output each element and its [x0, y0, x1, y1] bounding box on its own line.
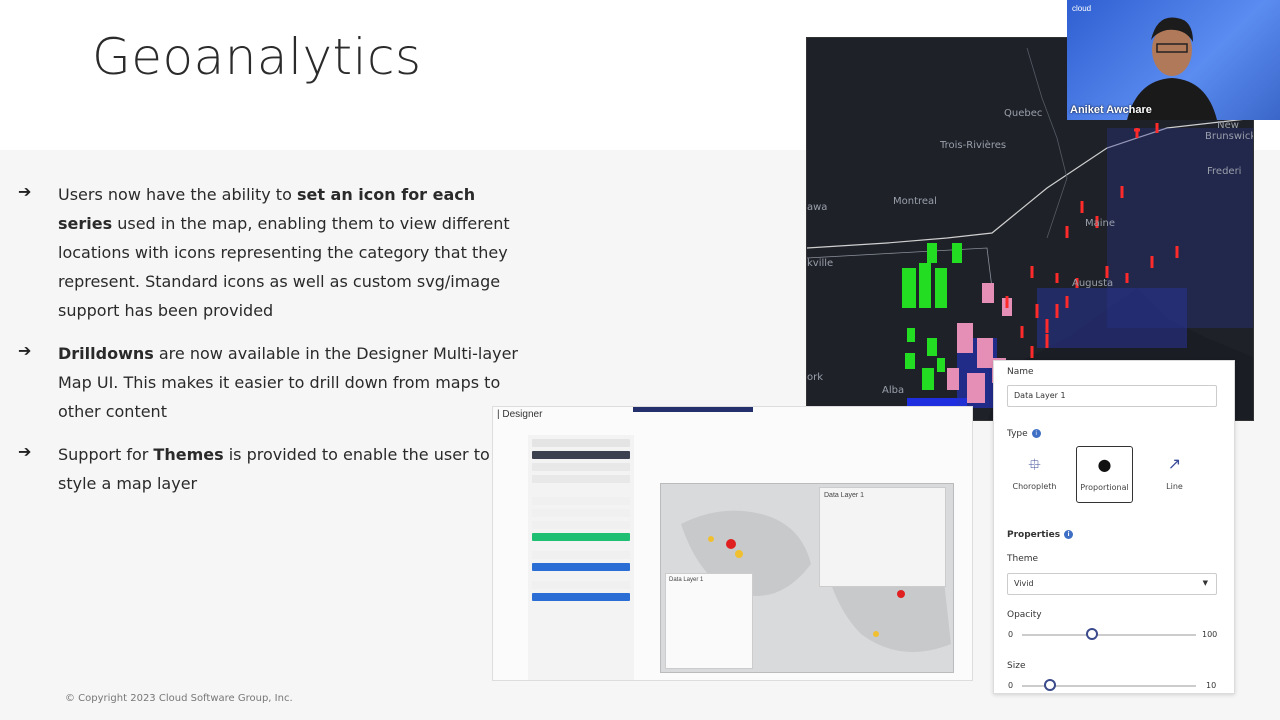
info-icon: i [1031, 429, 1041, 438]
opacity-max: 100 [1202, 630, 1218, 639]
legend-title: Data Layer 1 [669, 577, 704, 583]
designer-legend: Data Layer 1 [665, 573, 753, 669]
map-place-label: New Brunswick [1205, 120, 1254, 142]
theme-select[interactable]: Vivid ▼ [1007, 573, 1217, 595]
bullet-list: ➔ Users now have the ability to set an i… [18, 180, 528, 512]
map-place-label: awa [807, 202, 828, 213]
type-line-option[interactable]: ↗ Line [1146, 446, 1203, 503]
size-slider-handle[interactable] [1043, 679, 1056, 691]
opacity-slider[interactable] [1022, 634, 1196, 636]
type-label: Type i [1007, 429, 1041, 439]
theme-label: Theme [1007, 554, 1039, 564]
layer-properties-panel: Name Data Layer 1 Type i ⯐ Choropleth ● P… [993, 360, 1235, 694]
opacity-label: Opacity [1007, 610, 1042, 620]
presenter-avatar [1127, 17, 1217, 120]
map-place-label: Alba [882, 385, 905, 396]
opacity-slider-handle[interactable] [1085, 628, 1098, 640]
designer-app-title: | Designer [497, 409, 543, 420]
map-place-label: ork [807, 372, 824, 383]
choropleth-icon: ⯐ [1028, 455, 1041, 474]
bullet-item: ➔ Drilldowns are now available in the De… [18, 339, 528, 426]
map-place-label: Trois-Rivières [940, 140, 1007, 151]
bullet-text: Support for Themes is provided to enable… [58, 445, 490, 493]
type-proportional-option[interactable]: ● Proportional [1076, 446, 1133, 503]
designer-drilldown-popup: Data Layer 1 [819, 487, 946, 587]
map-place-label: Maine [1085, 218, 1116, 229]
bullet-item: ➔ Users now have the ability to set an i… [18, 180, 528, 325]
map-place-label: Quebec [1004, 108, 1043, 119]
slide-title: Geoanalytics [92, 28, 422, 86]
arrow-icon: ➔ [18, 343, 32, 360]
size-label: Size [1007, 661, 1026, 671]
info-icon: i [1064, 530, 1074, 539]
map-place-label: Augusta [1072, 278, 1114, 289]
designer-top-tab [633, 407, 753, 412]
bullet-item: ➔ Support for Themes is provided to enab… [18, 440, 528, 498]
type-choropleth-option[interactable]: ⯐ Choropleth [1006, 446, 1063, 503]
line-icon: ↗ [1167, 454, 1182, 473]
designer-sidebar [528, 435, 634, 680]
popup-title: Data Layer 1 [824, 492, 865, 499]
proportional-icon: ● [1097, 455, 1112, 474]
designer-screenshot: | Designer Data Layer 1 Data Layer 1 [492, 406, 973, 681]
map-place-label: Montreal [893, 196, 937, 207]
arrow-icon: ➔ [18, 184, 32, 201]
presenter-name: Aniket Awchare [1070, 104, 1152, 116]
properties-label: Properties i [1007, 530, 1074, 540]
map-place-label: Frederi [1207, 166, 1242, 177]
opacity-min: 0 [1008, 630, 1014, 639]
bullet-text: Users now have the ability to set an ico… [58, 185, 510, 320]
chevron-down-icon: ▼ [1202, 579, 1208, 587]
presenter-video: cloud Aniket Awchare [1067, 0, 1280, 120]
size-max: 10 [1206, 681, 1217, 690]
bullet-text: Drilldowns are now available in the Desi… [58, 344, 519, 421]
arrow-icon: ➔ [18, 444, 32, 461]
size-min: 0 [1008, 681, 1014, 690]
copyright-text: © Copyright 2023 Cloud Software Group, I… [65, 693, 293, 704]
name-label: Name [1007, 367, 1034, 377]
layer-name-input[interactable]: Data Layer 1 [1007, 385, 1217, 407]
map-place-label: kville [807, 258, 834, 269]
